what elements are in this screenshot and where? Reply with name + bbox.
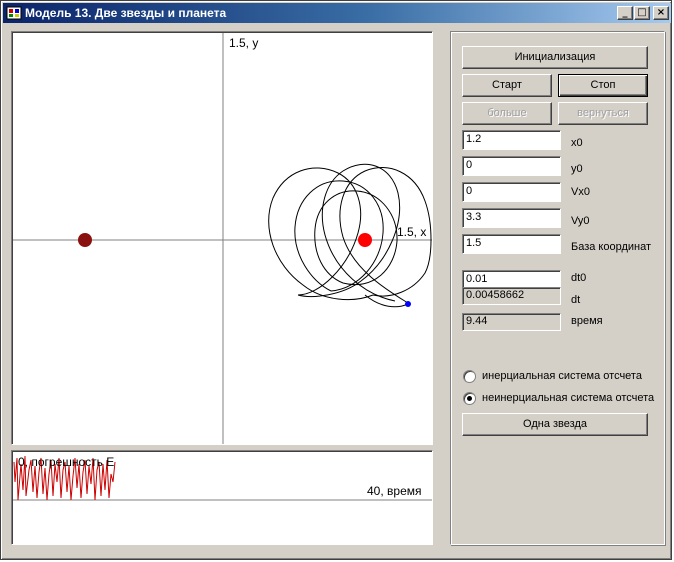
inertial-radio-label[interactable]: инерциальная система отсчета	[482, 370, 642, 382]
init-button[interactable]: Инициализация	[462, 46, 648, 69]
time-readout: 9.44	[462, 313, 561, 331]
error-y-label: 0, погрешность E	[18, 455, 114, 469]
noninertial-radio[interactable]	[463, 392, 476, 405]
vx0-label: Vx0	[571, 186, 590, 198]
orbit-canvas: 1.5, y 1.5, x	[13, 33, 432, 444]
more-button[interactable]: больше	[462, 102, 552, 125]
dt-readout: 0.00458662	[462, 287, 561, 305]
vy0-input[interactable]: 3.3	[462, 208, 561, 228]
one-star-button[interactable]: Одна звезда	[462, 413, 648, 436]
app-icon	[6, 6, 22, 20]
y0-label: y0	[571, 163, 583, 175]
dt0-label: dt0	[571, 272, 587, 284]
app-window: Модель 13. Две звезды и планета _ □ × 1.…	[0, 0, 672, 560]
vx0-input[interactable]: 0	[462, 182, 561, 202]
x0-input[interactable]: 1.2	[462, 130, 561, 150]
vy0-label: Vy0	[571, 215, 590, 227]
coord-base-label: База координат	[571, 241, 652, 253]
planet	[405, 301, 411, 307]
y0-input[interactable]: 0	[462, 156, 561, 176]
y-axis-label: 1.5, y	[229, 36, 258, 50]
stop-button[interactable]: Стоп	[558, 74, 648, 97]
right-star	[358, 233, 372, 247]
orbit-plot: 1.5, y 1.5, x	[11, 31, 433, 445]
back-button[interactable]: вернуться	[558, 102, 648, 125]
start-button[interactable]: Старт	[462, 74, 552, 97]
error-x-label: 40, время	[367, 484, 422, 498]
inertial-radio[interactable]	[463, 370, 476, 383]
noninertial-radio-label[interactable]: неинерциальная система отсчета	[482, 392, 654, 404]
title-bar[interactable]: Модель 13. Две звезды и планета _ □ ×	[3, 3, 671, 23]
error-plot: 0, погрешность E 40, время	[11, 450, 433, 545]
minimize-button[interactable]: _	[617, 6, 633, 20]
x0-label: x0	[571, 137, 583, 149]
x-axis-label: 1.5, x	[397, 225, 426, 239]
window-title: Модель 13. Две звезды и планета	[25, 6, 227, 20]
close-button[interactable]: ×	[653, 6, 669, 20]
error-canvas: 0, погрешность E 40, время	[13, 455, 432, 501]
time-label: время	[571, 315, 603, 327]
maximize-button[interactable]: □	[634, 6, 650, 20]
dt-label: dt	[571, 294, 581, 306]
radio-selected-dot	[467, 396, 472, 401]
coord-base-input[interactable]: 1.5	[462, 234, 561, 254]
left-star	[78, 233, 92, 247]
